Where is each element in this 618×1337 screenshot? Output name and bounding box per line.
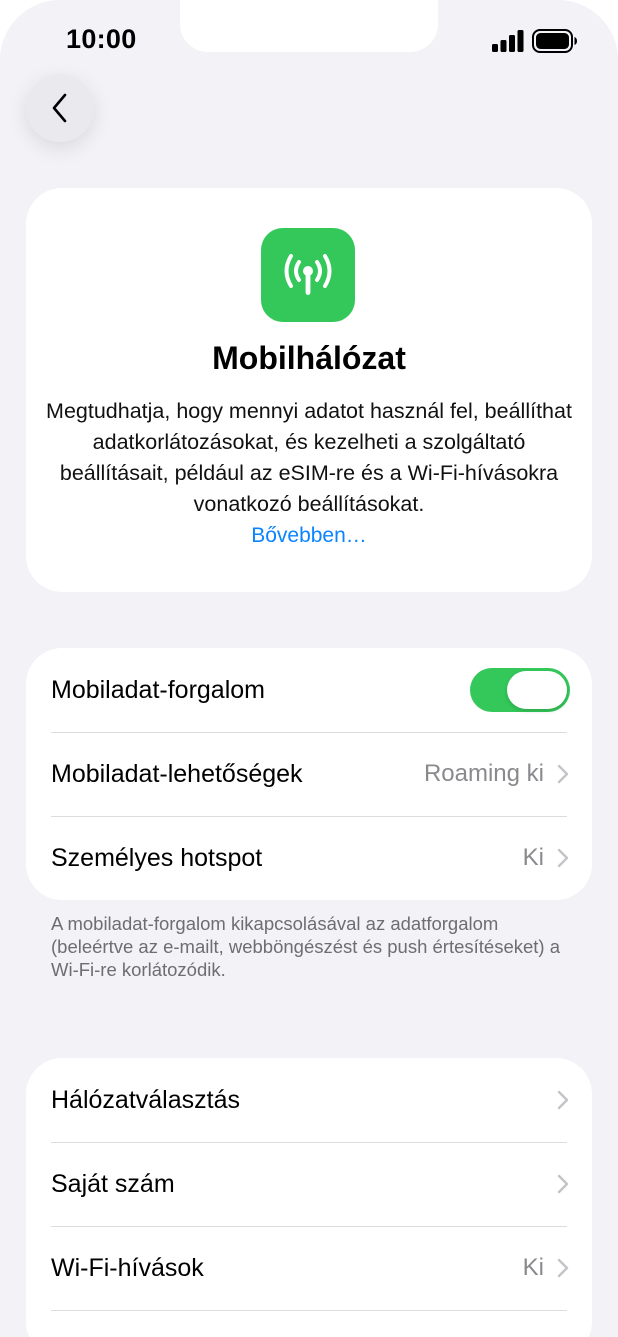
chevron-right-icon: [557, 848, 569, 868]
page-description: Megtudhatja, hogy mennyi adatot használ …: [46, 399, 572, 516]
my-number-row[interactable]: Saját szám: [26, 1142, 592, 1226]
chevron-right-icon: [557, 1258, 569, 1278]
row-value: Ki: [522, 844, 544, 871]
cellular-antenna-icon: [261, 228, 355, 322]
chevron-right-icon: [557, 1174, 569, 1194]
row-label: Mobiladat-lehetőségek: [51, 759, 303, 788]
wifi-calling-row[interactable]: Wi-Fi-hívások Ki: [26, 1226, 592, 1310]
chevron-left-icon: [52, 93, 67, 123]
row-label: Wi-Fi-hívások: [51, 1253, 204, 1282]
page-title: Mobilhálózat: [212, 340, 406, 376]
section-footnote: A mobiladat-forgalom kikapcsolásával az …: [51, 913, 561, 980]
phone-screen: 10:00 Mobilhálózat Megtudhatja, hogy men…: [0, 0, 618, 1337]
network-selection-row[interactable]: Hálózatválasztás: [26, 1058, 592, 1142]
cellular-data-toggle[interactable]: [470, 668, 570, 712]
network-settings-group: Hálózatválasztás Saját szám Wi-Fi-híváso…: [26, 1058, 592, 1337]
row-label: Mobiladat-forgalom: [51, 675, 265, 704]
row-label: Saját szám: [51, 1169, 175, 1198]
row-value: Roaming ki: [423, 760, 544, 787]
row-value: Ki: [522, 1254, 544, 1281]
header-card: Mobilhálózat Megtudhatja, hogy mennyi ad…: [26, 188, 592, 592]
cellular-signal-icon: [492, 30, 524, 52]
status-time: 10:00: [66, 24, 137, 54]
personal-hotspot-row[interactable]: Személyes hotspot Ki: [26, 816, 592, 900]
row-label: Személyes hotspot: [51, 843, 263, 872]
chevron-right-icon: [557, 1090, 569, 1110]
battery-icon: [532, 29, 577, 53]
learn-more-link[interactable]: Bővebben…: [26, 524, 592, 548]
chevron-right-icon: [557, 764, 569, 784]
row-label: Hálózatválasztás: [51, 1085, 240, 1114]
divider: [51, 1310, 567, 1311]
back-button[interactable]: [26, 74, 94, 142]
cellular-data-options-row[interactable]: Mobiladat-lehetőségek Roaming ki: [26, 732, 592, 816]
notch: [180, 0, 438, 52]
cellular-settings-group: Mobiladat-forgalom Mobiladat-lehetőségek…: [26, 648, 592, 900]
cellular-data-row: Mobiladat-forgalom: [26, 648, 592, 732]
